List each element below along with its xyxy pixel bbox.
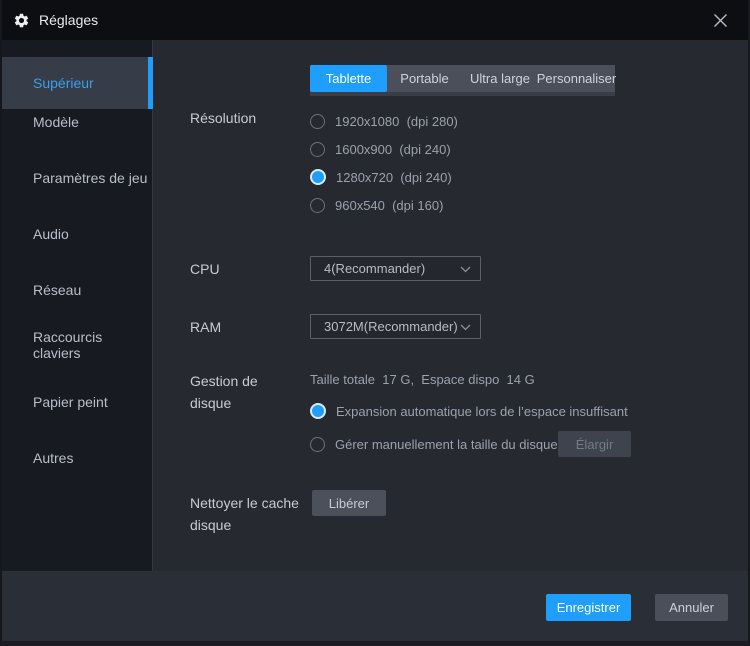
disk-label: Gestion de disque <box>190 370 302 414</box>
sidebar-item-modele[interactable]: Modèle <box>0 96 153 148</box>
sidebar-item-label: Raccourcis claviers <box>33 329 153 361</box>
disk-option-auto-expand[interactable]: Expansion automatique lors de l’espace i… <box>310 397 628 425</box>
close-icon <box>713 13 728 28</box>
tab-ultra-large[interactable]: Ultra large <box>462 65 538 92</box>
resolution-option-1600x900[interactable]: 1600x900 (dpi 240) <box>310 135 451 163</box>
sidebar-item-raccourcis-claviers[interactable]: Raccourcis claviers <box>0 319 153 371</box>
cache-label: Nettoyer le cache disque <box>190 492 310 536</box>
radio-label: 1600x900 (dpi 240) <box>335 142 451 157</box>
radio-label: 1280x720 (dpi 240) <box>336 170 452 185</box>
radio-icon[interactable] <box>310 198 325 213</box>
close-button[interactable] <box>698 0 742 40</box>
tab-personnaliser[interactable]: Personnaliser <box>538 65 615 92</box>
tab-portable[interactable]: Portable <box>387 65 462 92</box>
resolution-option-1920x1080[interactable]: 1920x1080 (dpi 280) <box>310 107 458 135</box>
chevron-down-icon <box>460 324 471 331</box>
window-bottom-edge <box>0 641 750 646</box>
radio-icon[interactable] <box>310 114 325 129</box>
sidebar: Supérieur Modèle Paramètres de jeu Audio… <box>0 40 153 571</box>
sidebar-item-parametres-de-jeu[interactable]: Paramètres de jeu <box>0 152 153 204</box>
gear-icon <box>13 12 30 29</box>
cancel-button[interactable]: Annuler <box>655 594 728 621</box>
ram-select-value: 3072M(Recommander) <box>324 319 458 334</box>
sidebar-item-audio[interactable]: Audio <box>0 208 153 260</box>
cpu-select-value: 4(Recommander) <box>324 261 425 276</box>
tab-tablette[interactable]: Tablette <box>310 65 387 92</box>
radio-label: Gérer manuellement la taille du disque <box>335 437 558 452</box>
clear-cache-button[interactable]: Libérer <box>312 490 386 516</box>
sidebar-item-autres[interactable]: Autres <box>0 432 153 484</box>
cpu-select[interactable]: 4(Recommander) <box>310 256 481 281</box>
expand-disk-button[interactable]: Élargir <box>558 431 631 457</box>
chevron-down-icon <box>460 266 471 273</box>
save-button[interactable]: Enregistrer <box>546 594 631 621</box>
resolution-label: Résolution <box>190 107 256 129</box>
radio-label: 960x540 (dpi 160) <box>335 198 443 213</box>
radio-label: Expansion automatique lors de l’espace i… <box>336 404 628 419</box>
settings-panel: Résolution Tablette Portable Ultra large… <box>154 40 750 571</box>
window-left-edge <box>0 0 2 646</box>
sidebar-item-label: Réseau <box>33 282 81 298</box>
sidebar-item-label: Autres <box>33 450 73 466</box>
window-title: Réglages <box>39 12 98 28</box>
disk-option-manual[interactable]: Gérer manuellement la taille du disque <box>310 430 558 458</box>
title-bar: Réglages <box>0 0 750 40</box>
sidebar-item-label: Paramètres de jeu <box>33 170 147 186</box>
resolution-tabs: Tablette Portable Ultra large Personnali… <box>310 65 615 92</box>
radio-icon[interactable] <box>310 142 325 157</box>
sidebar-item-label: Papier peint <box>33 394 108 410</box>
resolution-option-1280x720[interactable]: 1280x720 (dpi 240) <box>310 163 452 191</box>
sidebar-item-label: Audio <box>33 226 69 242</box>
sidebar-item-label: Modèle <box>33 114 79 130</box>
radio-icon[interactable] <box>310 437 325 452</box>
ram-select[interactable]: 3072M(Recommander) <box>310 314 481 339</box>
sidebar-item-papier-peint[interactable]: Papier peint <box>0 376 153 428</box>
radio-icon-checked[interactable] <box>310 169 326 185</box>
sidebar-item-reseau[interactable]: Réseau <box>0 264 153 316</box>
radio-icon-checked[interactable] <box>310 403 326 419</box>
sidebar-item-label: Supérieur <box>33 75 94 91</box>
disk-info: Taille totale 17 G, Espace dispo 14 G <box>310 372 535 387</box>
resolution-option-960x540[interactable]: 960x540 (dpi 160) <box>310 191 443 219</box>
ram-label: RAM <box>190 316 221 338</box>
footer-bar: Enregistrer Annuler <box>0 571 750 646</box>
radio-label: 1920x1080 (dpi 280) <box>335 114 458 129</box>
cpu-label: CPU <box>190 258 220 280</box>
